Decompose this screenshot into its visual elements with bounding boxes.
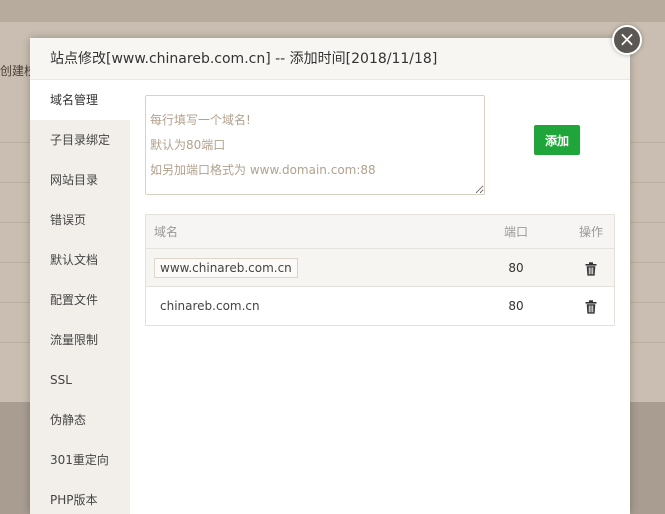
close-icon[interactable]: ×: [612, 25, 642, 55]
backdrop-top-bar: [0, 0, 665, 22]
column-header-action: 操作: [578, 225, 603, 239]
modal-title: 站点修改[www.chinareb.com.cn] -- 添加时间[2018/1…: [30, 38, 630, 80]
trash-icon[interactable]: [585, 261, 597, 276]
domain-cell: www.chinareb.com.cn: [154, 249, 298, 287]
modal-sidebar: 域名管理 子目录绑定 网站目录 错误页 默认文档 配置文件 流量限制 SSL 伪…: [30, 80, 130, 514]
column-header-port: 端口: [503, 225, 528, 239]
sidebar-item-subdirectory-binding[interactable]: 子目录绑定: [30, 120, 130, 160]
port-cell: 80: [508, 261, 524, 275]
sidebar-item-config-file[interactable]: 配置文件: [30, 280, 130, 320]
domain-input[interactable]: [145, 95, 485, 195]
sidebar-item-traffic-limit[interactable]: 流量限制: [30, 320, 130, 360]
sidebar-item-domain-management[interactable]: 域名管理: [30, 80, 130, 120]
port-cell: 80: [508, 299, 524, 313]
sidebar-item-site-directory[interactable]: 网站目录: [30, 160, 130, 200]
table-header-row: 域名 端口 操作: [146, 215, 614, 249]
domain-management-panel: 每行填写一个域名! 默认为80端口 如另加端口格式为 www.domain.co…: [130, 80, 630, 514]
trash-icon[interactable]: [585, 299, 597, 314]
sidebar-item-301-redirect[interactable]: 301重定向: [30, 440, 130, 480]
domain-name: www.chinareb.com.cn: [154, 258, 298, 278]
column-header-domain: 域名: [154, 225, 179, 239]
action-cell: [566, 249, 616, 287]
domain-cell: chinareb.com.cn: [154, 287, 260, 325]
sidebar-item-default-document[interactable]: 默认文档: [30, 240, 130, 280]
sidebar-item-ssl[interactable]: SSL: [30, 360, 130, 400]
domain-name: chinareb.com.cn: [160, 299, 260, 313]
sidebar-item-error-page[interactable]: 错误页: [30, 200, 130, 240]
action-cell: [566, 287, 616, 325]
sidebar-item-php-version[interactable]: PHP版本: [30, 480, 130, 514]
add-domain-button[interactable]: 添加: [534, 125, 580, 155]
table-row: chinareb.com.cn 80: [146, 287, 614, 325]
site-edit-modal: 站点修改[www.chinareb.com.cn] -- 添加时间[2018/1…: [30, 38, 630, 514]
table-row: www.chinareb.com.cn 80: [146, 249, 614, 287]
domain-table: 域名 端口 操作 www.chinareb.com.cn 80 chinareb…: [145, 214, 615, 326]
sidebar-item-rewrite[interactable]: 伪静态: [30, 400, 130, 440]
